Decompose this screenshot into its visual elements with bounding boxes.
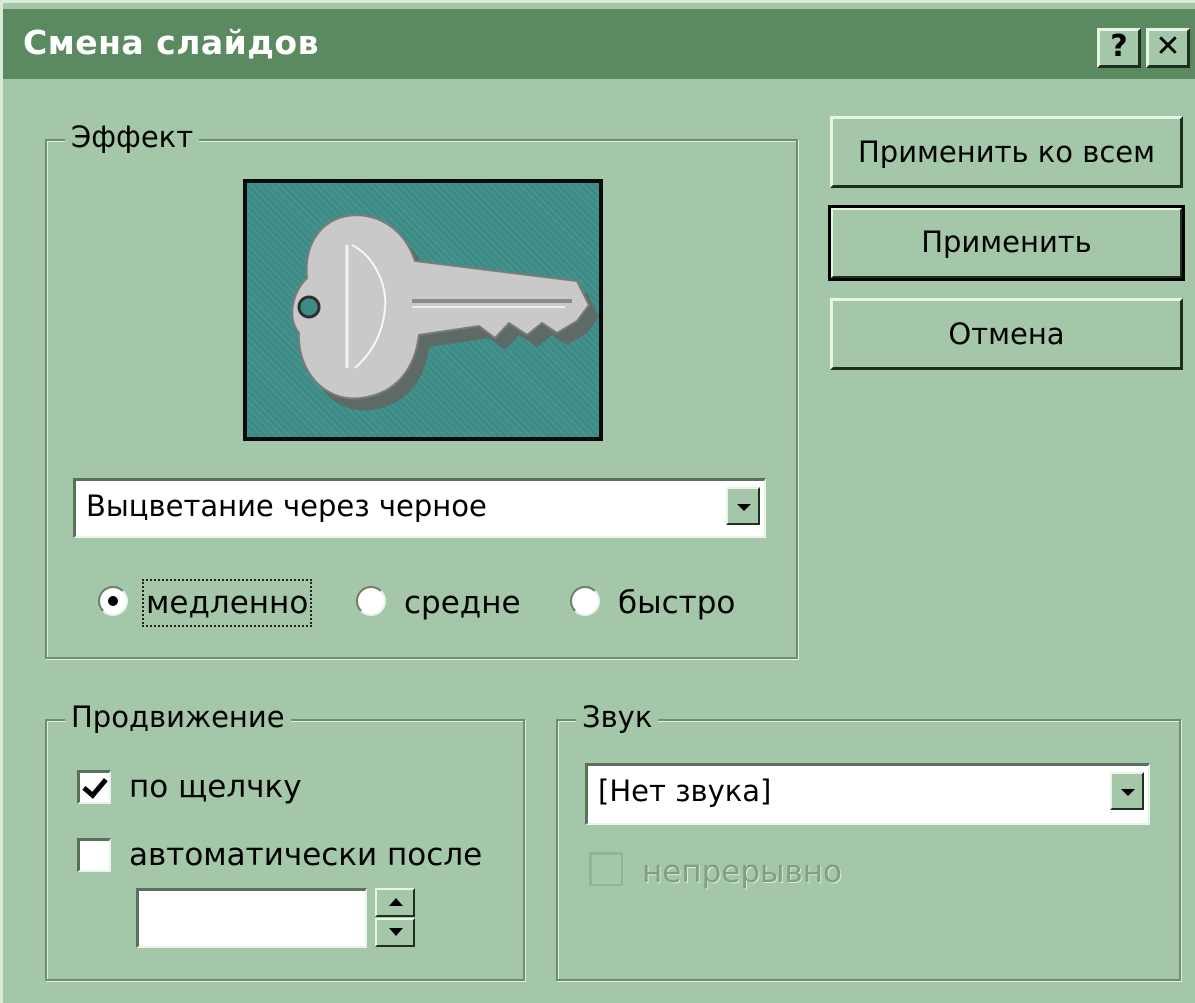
chevron-down-icon[interactable] (726, 487, 760, 525)
loop-checkbox (589, 852, 623, 886)
speed-fast-radio[interactable] (570, 586, 600, 616)
cancel-button[interactable]: Отмена (830, 298, 1183, 370)
title-bar[interactable]: Смена слайдов ? ✕ (3, 9, 1195, 79)
effect-group-label: Эффект (65, 117, 200, 157)
sound-select-value: [Нет звука] (598, 774, 772, 808)
advance-group-label: Продвижение (65, 697, 291, 737)
speed-fast-label[interactable]: быстро (618, 583, 735, 623)
help-button[interactable]: ? (1097, 28, 1141, 68)
speed-medium-radio[interactable] (356, 586, 386, 616)
apply-to-all-button[interactable]: Применить ко всем (830, 116, 1183, 188)
slide-transition-dialog: Смена слайдов ? ✕ Эффект Выцветание чере… (0, 0, 1195, 1003)
spin-down-icon[interactable] (375, 918, 415, 947)
speed-slow-label[interactable]: медленно (141, 579, 313, 627)
time-spinner[interactable] (375, 888, 415, 948)
apply-button[interactable]: Применить (828, 205, 1185, 281)
speed-slow-radio[interactable] (98, 586, 128, 616)
auto-advance-label[interactable]: автоматически после (129, 835, 482, 875)
effect-select-value: Выцветание через черное (86, 489, 487, 523)
spin-up-icon[interactable] (375, 888, 415, 917)
on-click-checkbox[interactable] (77, 770, 111, 804)
close-button[interactable]: ✕ (1146, 28, 1190, 68)
effect-select[interactable]: Выцветание через черное (73, 478, 766, 538)
dialog-title: Смена слайдов (23, 23, 319, 62)
sound-group-label: Звук (576, 697, 659, 737)
transition-preview (243, 179, 603, 441)
auto-advance-time-input[interactable] (136, 888, 367, 948)
auto-advance-checkbox[interactable] (77, 838, 111, 872)
loop-label: непрерывно (642, 854, 843, 890)
sound-group: Звук (556, 697, 1181, 981)
on-click-label[interactable]: по щелчку (129, 767, 302, 807)
speed-medium-label[interactable]: средне (404, 583, 521, 623)
key-icon (291, 214, 599, 411)
sound-select[interactable]: [Нет звука] (585, 763, 1150, 825)
chevron-down-icon[interactable] (1110, 772, 1144, 810)
